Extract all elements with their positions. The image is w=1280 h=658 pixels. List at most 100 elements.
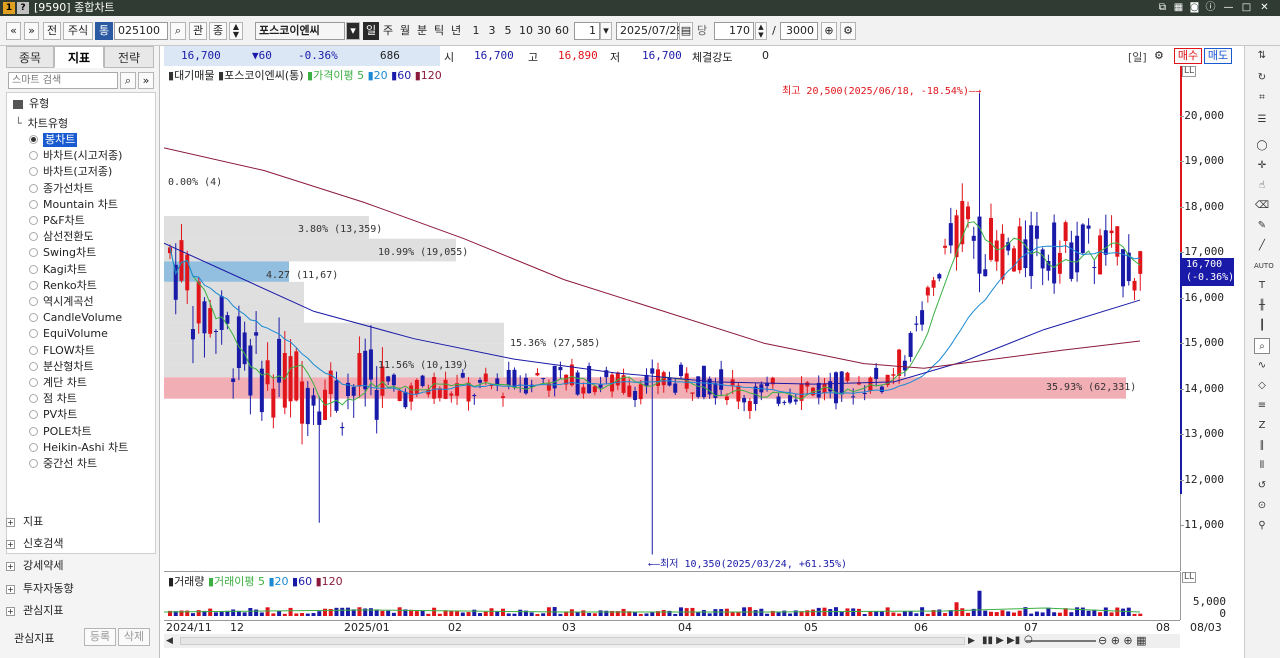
count-10-button[interactable]: 10	[518, 22, 534, 40]
shape-icon[interactable]: ◇	[1254, 378, 1270, 394]
grid-icon[interactable]: ▦	[1172, 1, 1185, 14]
candle-icon[interactable]: ╫	[1254, 298, 1270, 314]
chart-type-item[interactable]: 종가선차트	[43, 182, 94, 196]
zoom-controls-icon[interactable]: ⊖ ⊕ ⊕ ▦	[1098, 634, 1147, 647]
menu-down-icon[interactable]: ▾	[346, 22, 360, 40]
chart-type-item[interactable]: 바차트(시고저종)	[43, 149, 122, 163]
radio-icon[interactable]	[29, 248, 38, 258]
count-3-button[interactable]: 3	[486, 22, 498, 40]
channel-icon[interactable]: ≡	[1254, 398, 1270, 414]
search-zoom-icon[interactable]: ⚲	[1254, 518, 1270, 534]
count-spin-icon[interactable]: ▲ ▼	[755, 22, 767, 40]
period-tick-button[interactable]: 틱	[431, 22, 447, 40]
settings-icon[interactable]: ⚙	[1154, 49, 1164, 62]
chart-type-item[interactable]: 바차트(고저종)	[43, 165, 112, 179]
scroll-right-icon[interactable]: ▶	[968, 636, 975, 646]
line-icon[interactable]: ╱	[1254, 238, 1270, 254]
chart-type-item[interactable]: Kagi차트	[43, 263, 87, 277]
radio-icon[interactable]	[29, 280, 38, 290]
calendar-icon[interactable]: ▤	[679, 22, 693, 40]
radio-icon[interactable]	[29, 459, 38, 468]
watch-button[interactable]: 관	[189, 22, 207, 40]
scroll-up-icon[interactable]: ⇅	[1254, 48, 1270, 64]
radio-icon[interactable]	[29, 264, 38, 274]
radio-icon[interactable]	[29, 378, 38, 387]
period-day-button[interactable]: 일	[363, 22, 379, 40]
search-icon[interactable]: ⌕	[120, 72, 136, 89]
radio-icon[interactable]	[29, 361, 38, 371]
chart-type-item[interactable]: CandleVolume	[43, 311, 122, 325]
radio-icon[interactable]	[29, 345, 38, 355]
settings-icon[interactable]: ⚙	[840, 22, 856, 40]
unit-input[interactable]: 1	[574, 22, 600, 40]
period-month-button[interactable]: 월	[397, 22, 413, 40]
info-icon[interactable]: ⓘ	[1204, 1, 1217, 14]
delete-button[interactable]: 삭제	[118, 628, 150, 646]
register-button[interactable]: 등록	[84, 628, 116, 646]
total-count-input[interactable]: 3000	[780, 22, 818, 40]
minimize-icon[interactable]: —	[1222, 1, 1235, 14]
volume-chart[interactable]: ▮거래량 ▮거래이평 5 ▮20 ▮60 ▮120	[164, 571, 1180, 620]
chart-type-item[interactable]: 봉차트	[43, 133, 78, 147]
search-icon[interactable]: ⌕	[170, 22, 186, 40]
auto-icon[interactable]: AUTO	[1254, 258, 1274, 274]
hand-icon[interactable]: ☝	[1254, 178, 1270, 194]
radio-icon[interactable]	[29, 216, 38, 225]
radio-icon[interactable]	[29, 313, 38, 323]
cross-icon[interactable]: ✛	[1254, 158, 1270, 174]
redo-icon[interactable]: ⊙	[1254, 498, 1270, 514]
radio-icon[interactable]	[29, 410, 38, 420]
tab-indicator[interactable]: 지표	[54, 46, 104, 68]
chart-scrollbar[interactable]: ◀ ▶ ▮▮ ▶ ▶▮ ○ ⊖ ⊕ ⊕ ▦	[164, 634, 1180, 648]
radio-icon[interactable]	[29, 167, 38, 177]
radio-icon[interactable]	[29, 426, 38, 436]
radio-icon[interactable]	[29, 183, 38, 193]
price-chart[interactable]: ▮대기매물 ▮포스코이엔씨(통) ▮가격이평 5 ▮20 ▮60 ▮120 최고…	[164, 66, 1180, 571]
chart-type-item[interactable]: 계단 차트	[43, 376, 87, 390]
market-integrated-button[interactable]: 통	[95, 22, 113, 40]
eraser-icon[interactable]: ⌫	[1254, 198, 1270, 214]
tree-group-chart-type[interactable]: └ 차트유형	[15, 117, 68, 131]
count-30-button[interactable]: 30	[536, 22, 552, 40]
zoom-icon[interactable]: ⊕	[821, 22, 837, 40]
radio-icon[interactable]	[29, 232, 38, 242]
day-button[interactable]: [일]	[1128, 49, 1147, 65]
count-60-button[interactable]: 60	[554, 22, 570, 40]
buy-button[interactable]: 매수	[1174, 48, 1202, 64]
candlestick-chart[interactable]	[164, 66, 1180, 571]
period-year-button[interactable]: 년	[448, 22, 464, 40]
stock-code-input[interactable]: 025100	[114, 22, 168, 40]
date-input[interactable]: 2025/07/29	[616, 22, 683, 40]
unit-dropdown-icon[interactable]: ▾	[600, 22, 612, 40]
gann-icon[interactable]: ∥	[1254, 438, 1270, 454]
chart-type-item[interactable]: PV차트	[43, 408, 77, 422]
period-minute-button[interactable]: 분	[414, 22, 430, 40]
tab-stock[interactable]: 종목	[6, 46, 54, 68]
chart-type-item[interactable]: 분산형차트	[43, 360, 94, 374]
maximize-icon[interactable]: □	[1240, 1, 1253, 14]
radio-icon[interactable]	[29, 394, 38, 404]
market-all-button[interactable]: 전	[43, 22, 61, 40]
capture-icon[interactable]: ◙	[1188, 1, 1201, 14]
chart-type-item[interactable]: 중간선 차트	[43, 457, 97, 471]
magnifier-icon[interactable]: ⌕	[1254, 338, 1270, 354]
columns-icon[interactable]: ⦀	[1254, 458, 1270, 474]
radio-icon[interactable]	[29, 199, 38, 209]
jong-button[interactable]: 종	[209, 22, 227, 40]
chart-type-item[interactable]: FLOW차트	[43, 344, 95, 358]
zigzag-icon[interactable]: Z	[1254, 418, 1270, 434]
play-controls-icon[interactable]: ▮▮ ▶ ▶▮	[982, 635, 1020, 646]
count-5-button[interactable]: 5	[502, 22, 514, 40]
link-icon[interactable]: ⧉	[1156, 1, 1169, 14]
chart-type-item[interactable]: 삼선전환도	[43, 230, 94, 244]
tree-root[interactable]: 유형	[13, 97, 49, 111]
cursor-icon[interactable]: ◯	[1254, 138, 1270, 154]
updown-icon[interactable]: ▲ ▼	[229, 22, 243, 40]
radio-icon[interactable]	[29, 442, 38, 452]
text-icon[interactable]: T	[1254, 278, 1270, 294]
tab-strategy[interactable]: 전략	[104, 46, 154, 68]
next-icon[interactable]: »	[24, 22, 39, 40]
radio-icon[interactable]	[29, 329, 38, 339]
section-watch-indicator[interactable]: + 관심지표	[6, 603, 156, 619]
chart-type-item[interactable]: Mountain 차트	[43, 198, 118, 212]
